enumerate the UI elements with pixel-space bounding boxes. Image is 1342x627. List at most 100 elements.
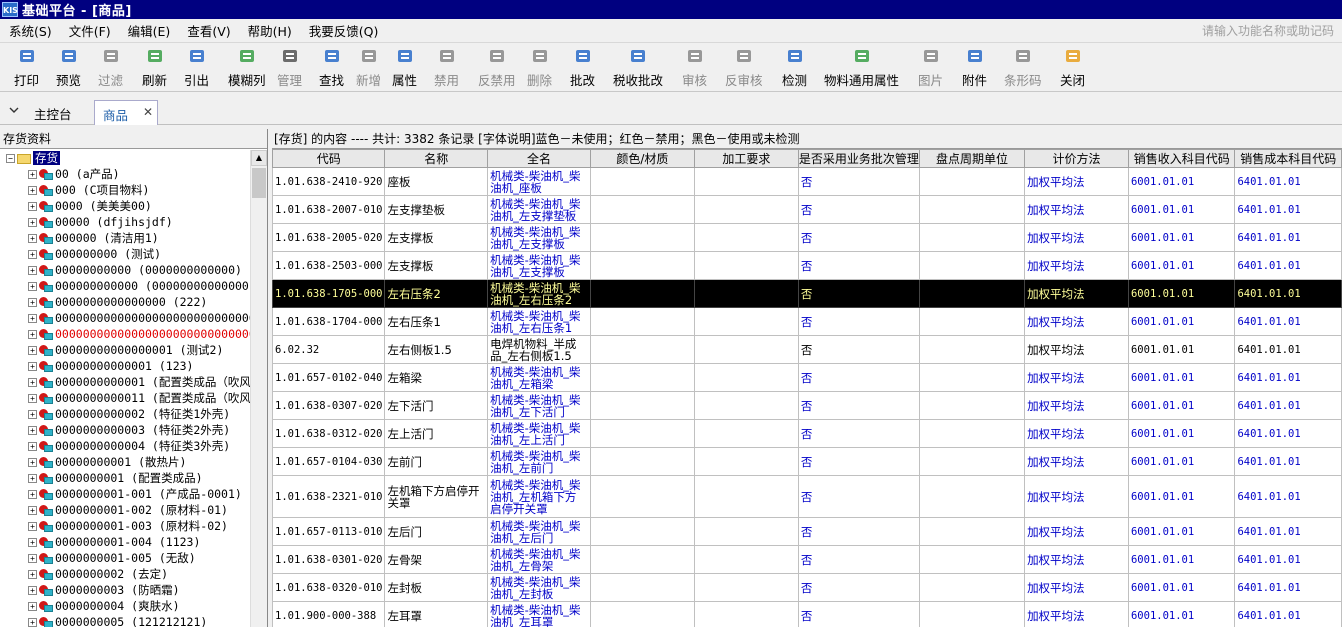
tree-node[interactable]: +0000000000003 (特征类2外壳): [0, 422, 251, 438]
toolbar-button-4[interactable]: 引出: [184, 47, 209, 91]
expand-icon[interactable]: +: [28, 346, 37, 355]
tree-node[interactable]: +000000000 (测试): [0, 246, 251, 262]
toolbar-button-8[interactable]: 新增: [356, 47, 381, 91]
collapse-icon[interactable]: −: [6, 154, 15, 163]
toolbar-button-19[interactable]: 图片: [918, 47, 943, 91]
tree-node[interactable]: +0000000000000000000000000000000000000: [0, 326, 251, 342]
expand-icon[interactable]: +: [28, 458, 37, 467]
column-header[interactable]: 全名: [487, 149, 591, 168]
table-row[interactable]: 6.02.32 左右侧板1.5 电焊机物料_半成品_左右侧板1.5 否 加权平均法 600…: [271, 335, 1342, 364]
expand-icon[interactable]: +: [28, 234, 37, 243]
expand-icon[interactable]: +: [28, 394, 37, 403]
tree-node[interactable]: +0000000005 (121212121): [0, 614, 251, 627]
tree-node[interactable]: +0000000001 (配置类成品): [0, 470, 251, 486]
column-header[interactable]: 计价方法: [1024, 149, 1129, 168]
table-row[interactable]: 1.01.638-1704-000 左右压条1 机械类-柴油机_柴油机_左右压条1 否…: [271, 307, 1342, 336]
expand-icon[interactable]: +: [28, 202, 37, 211]
column-header[interactable]: 是否采用业务批次管理: [797, 149, 920, 168]
table-row[interactable]: 1.01.638-2410-920 座板 机械类-柴油机_柴油机_座板否加权平均法 6…: [271, 167, 1342, 196]
tree-scrollbar[interactable]: ▲: [250, 150, 267, 627]
column-header[interactable]: 颜色/材质: [589, 149, 695, 168]
tree-node[interactable]: +0000000001-005 (无敌): [0, 550, 251, 566]
tree-node[interactable]: +0000000001-002 (原材料-01): [0, 502, 251, 518]
toolbar-button-2[interactable]: 过滤: [98, 47, 123, 91]
expand-icon[interactable]: +: [28, 170, 37, 179]
toolbar-button-10[interactable]: 禁用: [434, 47, 459, 91]
expand-icon[interactable]: +: [28, 586, 37, 595]
table-row[interactable]: 1.01.638-0301-020 左骨架 机械类-柴油机_柴油机_左骨架 否 加权平均…: [271, 545, 1342, 574]
expand-icon[interactable]: +: [28, 538, 37, 547]
expand-icon[interactable]: +: [28, 218, 37, 227]
toolbar-button-15[interactable]: 审核: [682, 47, 707, 91]
expand-icon[interactable]: +: [28, 554, 37, 563]
tree-node[interactable]: +0000000002 (去定): [0, 566, 251, 582]
function-search-input[interactable]: 请输入功能名称或助记码: [1194, 22, 1334, 40]
table-row[interactable]: 1.01.638-0307-020 左下活门 机械类-柴油机_柴油机_左下活门 否 加权…: [271, 391, 1342, 420]
toolbar-button-7[interactable]: 查找: [319, 47, 344, 91]
tree-root[interactable]: − 存货: [0, 150, 251, 166]
toolbar-button-3[interactable]: 刷新: [142, 47, 167, 91]
menu-feedback[interactable]: 我要反馈(Q): [300, 21, 387, 40]
tree-node[interactable]: +00000000001 (散热片): [0, 454, 251, 470]
table-row[interactable]: 1.01.638-0320-010 左封板 机械类-柴油机_柴油机_左封板 否 加权平均…: [271, 573, 1342, 602]
toolbar-button-22[interactable]: 关闭: [1060, 47, 1085, 91]
column-header[interactable]: 盘点周期单位: [918, 149, 1026, 168]
tree-node[interactable]: +0000000001-003 (原材料-02): [0, 518, 251, 534]
menu-file[interactable]: 文件(F): [60, 21, 119, 40]
expand-icon[interactable]: +: [28, 250, 37, 259]
table-row[interactable]: 1.01.638-2321-010 左机箱下方启停开关罩 机械类-柴油机_柴油机_左…: [271, 475, 1342, 518]
table-row[interactable]: 1.01.638-2007-010 左支撑垫板 机械类-柴油机_柴油机_左支撑垫板 否…: [271, 195, 1342, 224]
toolbar-button-5[interactable]: 模糊列: [228, 47, 266, 91]
tree-node[interactable]: +00 (a产品): [0, 166, 251, 182]
tree-node[interactable]: +00000000000000000000000000000 (0000(: [0, 310, 251, 326]
menu-view[interactable]: 查看(V): [178, 21, 238, 40]
toolbar-button-6[interactable]: 管理: [277, 47, 302, 91]
table-row[interactable]: 1.01.638-0312-020 左上活门 机械类-柴油机_柴油机_左上活门 否 加权…: [271, 419, 1342, 448]
toolbar-button-12[interactable]: 删除: [527, 47, 552, 91]
toolbar-button-9[interactable]: 属性: [392, 47, 417, 91]
table-row[interactable]: 1.01.657-0104-030 左前门 机械类-柴油机_柴油机_左前门 否 加权平均…: [271, 447, 1342, 476]
expand-icon[interactable]: +: [28, 266, 37, 275]
toolbar-button-1[interactable]: 预览: [56, 47, 81, 91]
close-icon[interactable]: ✕: [143, 105, 153, 119]
table-row[interactable]: 1.01.657-0113-010 左后门 机械类-柴油机_柴油机_左后门 否 加权平均…: [271, 517, 1342, 546]
tree-node[interactable]: +00000000000 (0000000000000): [0, 262, 251, 278]
tab-main-console[interactable]: 主控台: [26, 100, 86, 125]
expand-icon[interactable]: +: [28, 442, 37, 451]
toolbar-button-13[interactable]: 批改: [570, 47, 595, 91]
column-header[interactable]: 加工要求: [693, 149, 799, 168]
menu-system[interactable]: 系统(S): [0, 21, 60, 40]
scroll-up-icon[interactable]: ▲: [251, 150, 267, 166]
expand-icon[interactable]: +: [28, 314, 37, 323]
expand-icon[interactable]: +: [28, 186, 37, 195]
toolbar-button-11[interactable]: 反禁用: [478, 47, 516, 91]
expand-icon[interactable]: +: [28, 506, 37, 515]
table-row[interactable]: 1.01.638-1705-000 左右压条2 机械类-柴油机_柴油机_左右压条2 否…: [271, 279, 1342, 308]
toolbar-button-21[interactable]: 条形码: [1004, 47, 1042, 91]
tree-node[interactable]: +00000 (dfjihsjdf): [0, 214, 251, 230]
tree-node[interactable]: +0000000004 (爽肤水): [0, 598, 251, 614]
expand-icon[interactable]: +: [28, 330, 37, 339]
tree-node[interactable]: +0000000001-001 (产成品-0001): [0, 486, 251, 502]
column-header[interactable]: 名称: [384, 149, 489, 168]
expand-icon[interactable]: +: [28, 570, 37, 579]
table-row[interactable]: 1.01.638-2005-020 左支撑板 机械类-柴油机_柴油机_左支撑板 否 加权…: [271, 223, 1342, 252]
tree-node[interactable]: +0000000000002 (特征类1外壳): [0, 406, 251, 422]
tree-node[interactable]: +000000 (清洁用1): [0, 230, 251, 246]
expand-icon[interactable]: +: [28, 298, 37, 307]
tree-node[interactable]: +0000000000011 (配置类成品（吹风机: [0, 390, 251, 406]
expand-icon[interactable]: +: [28, 602, 37, 611]
tree-node[interactable]: +000000000000 (00000000000000): [0, 278, 251, 294]
menu-help[interactable]: 帮助(H): [239, 21, 300, 40]
toolbar-button-18[interactable]: 物料通用属性: [824, 47, 899, 91]
table-row[interactable]: 1.01.638-2503-000 左支撑板 机械类-柴油机_柴油机_左支撑板 否 加权…: [271, 251, 1342, 280]
tree-node[interactable]: +0000000003 (防晒霜): [0, 582, 251, 598]
expand-icon[interactable]: +: [28, 410, 37, 419]
tree-node[interactable]: +000 (C项目物料): [0, 182, 251, 198]
tree-node[interactable]: +0000 (美美美00): [0, 198, 251, 214]
toolbar-button-0[interactable]: 打印: [14, 47, 39, 91]
expand-icon[interactable]: +: [28, 490, 37, 499]
column-header[interactable]: 销售收入科目代码: [1127, 149, 1236, 168]
tree-node[interactable]: +0000000001-004 (1123): [0, 534, 251, 550]
toolbar-button-17[interactable]: 检测: [782, 47, 807, 91]
